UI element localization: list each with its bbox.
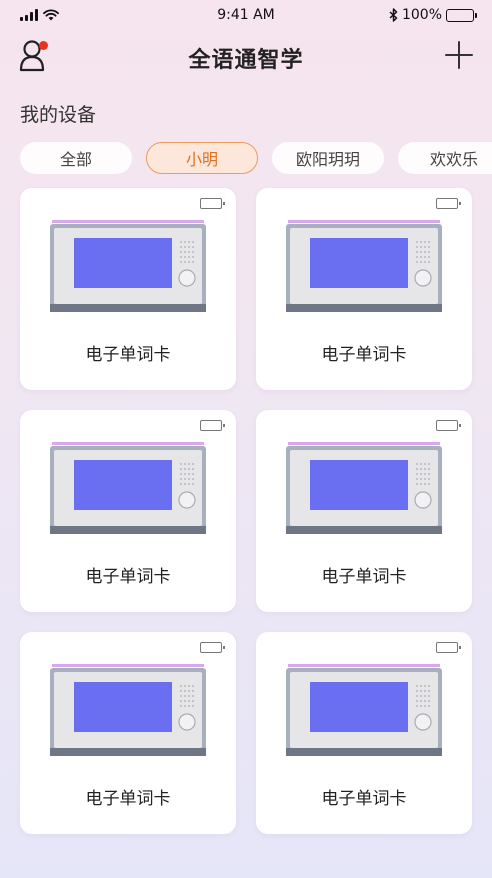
word-card-device-image bbox=[50, 220, 206, 312]
status-right: 100% bbox=[389, 7, 477, 23]
device-name: 电子单词卡 bbox=[321, 567, 407, 587]
battery-icon bbox=[200, 642, 225, 653]
device-name: 电子单词卡 bbox=[85, 345, 171, 365]
device-card[interactable]: 电子单词卡 bbox=[256, 188, 472, 390]
wifi-icon bbox=[43, 9, 59, 21]
tab-label: 欧阳玥玥 bbox=[295, 150, 360, 169]
device-name: 电子单词卡 bbox=[85, 789, 171, 809]
battery-icon bbox=[200, 420, 225, 431]
battery-icon bbox=[436, 198, 461, 209]
section-title: 我的设备 bbox=[20, 104, 97, 126]
battery-icon bbox=[200, 198, 225, 209]
member-tabs: 全部 小明 欧阳玥玥 欢欢乐 bbox=[20, 142, 492, 176]
device-card[interactable]: 电子单词卡 bbox=[256, 632, 472, 834]
add-device-button[interactable] bbox=[444, 40, 474, 70]
battery-icon bbox=[436, 642, 461, 653]
word-card-device-image bbox=[286, 442, 442, 534]
tab-ouyang-yueyue[interactable]: 欧阳玥玥 bbox=[272, 142, 384, 174]
device-name: 电子单词卡 bbox=[321, 345, 407, 365]
page-title: 全语通智学 bbox=[188, 48, 304, 73]
plus-icon bbox=[445, 41, 473, 69]
battery-percent: 100% bbox=[401, 7, 442, 23]
tab-xiaoming[interactable]: 小明 bbox=[146, 142, 258, 174]
tab-label: 小明 bbox=[185, 150, 218, 169]
device-card[interactable]: 电子单词卡 bbox=[20, 410, 236, 612]
header: 全语通智学 bbox=[0, 30, 492, 82]
battery-icon bbox=[436, 420, 461, 431]
word-card-device-image bbox=[50, 664, 206, 756]
device-card[interactable]: 电子单词卡 bbox=[20, 632, 236, 834]
device-card[interactable]: 电子单词卡 bbox=[256, 410, 472, 612]
word-card-device-image bbox=[286, 220, 442, 312]
bluetooth-icon bbox=[389, 8, 398, 22]
word-card-device-image bbox=[50, 442, 206, 534]
device-name: 电子单词卡 bbox=[321, 789, 407, 809]
cellular-signal-icon bbox=[20, 9, 38, 21]
tab-huanhuanle[interactable]: 欢欢乐 bbox=[398, 142, 492, 174]
tab-all[interactable]: 全部 bbox=[20, 142, 132, 174]
status-left bbox=[20, 9, 59, 21]
battery-icon bbox=[446, 8, 477, 22]
device-card[interactable]: 电子单词卡 bbox=[20, 188, 236, 390]
status-bar: 9:41 AM 100% bbox=[0, 0, 492, 30]
tab-label: 欢欢乐 bbox=[429, 150, 478, 169]
word-card-device-image bbox=[286, 664, 442, 756]
tab-label: 全部 bbox=[59, 150, 92, 169]
device-name: 电子单词卡 bbox=[85, 567, 171, 587]
